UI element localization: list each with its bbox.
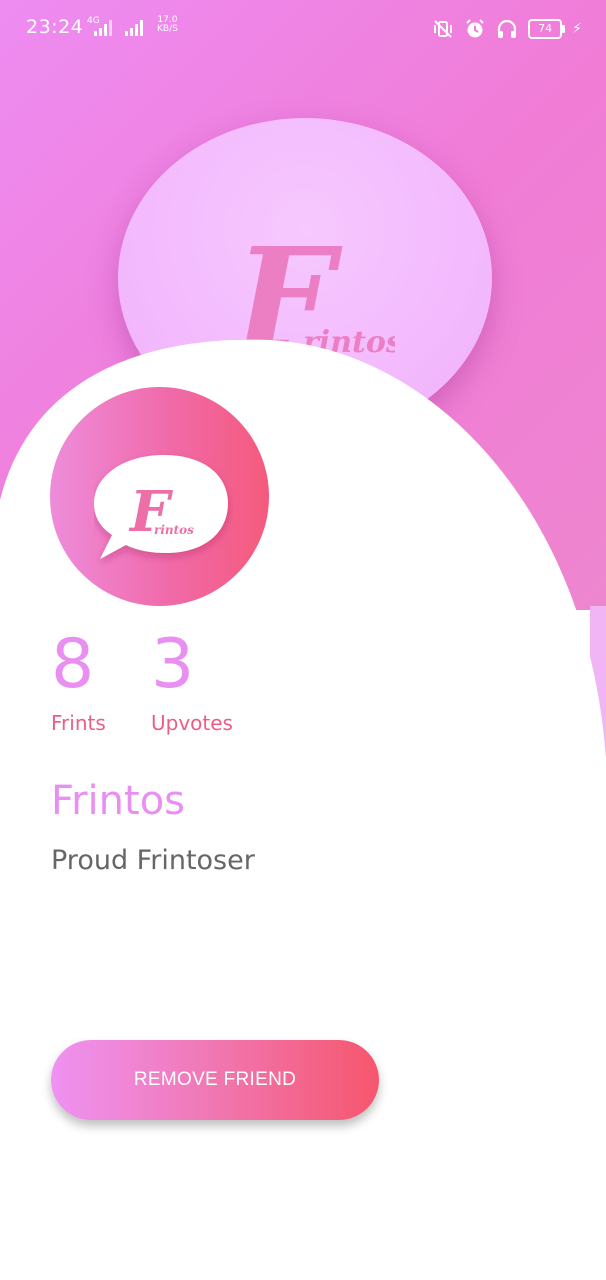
avatar[interactable]: F rintos xyxy=(50,387,269,606)
upvotes-count: 3 xyxy=(151,625,195,704)
profile-name: Frintos xyxy=(51,778,186,824)
upvotes-label: Upvotes xyxy=(151,711,233,735)
svg-text:rintos: rintos xyxy=(154,523,194,537)
profile-status: Proud Frintoser xyxy=(51,845,255,876)
frints-count: 8 xyxy=(51,625,95,704)
remove-friend-button[interactable]: REMOVE FRIEND xyxy=(51,1040,379,1120)
chat-bubble-logo-icon: F rintos xyxy=(94,455,228,559)
frints-label: Frints xyxy=(51,711,106,735)
